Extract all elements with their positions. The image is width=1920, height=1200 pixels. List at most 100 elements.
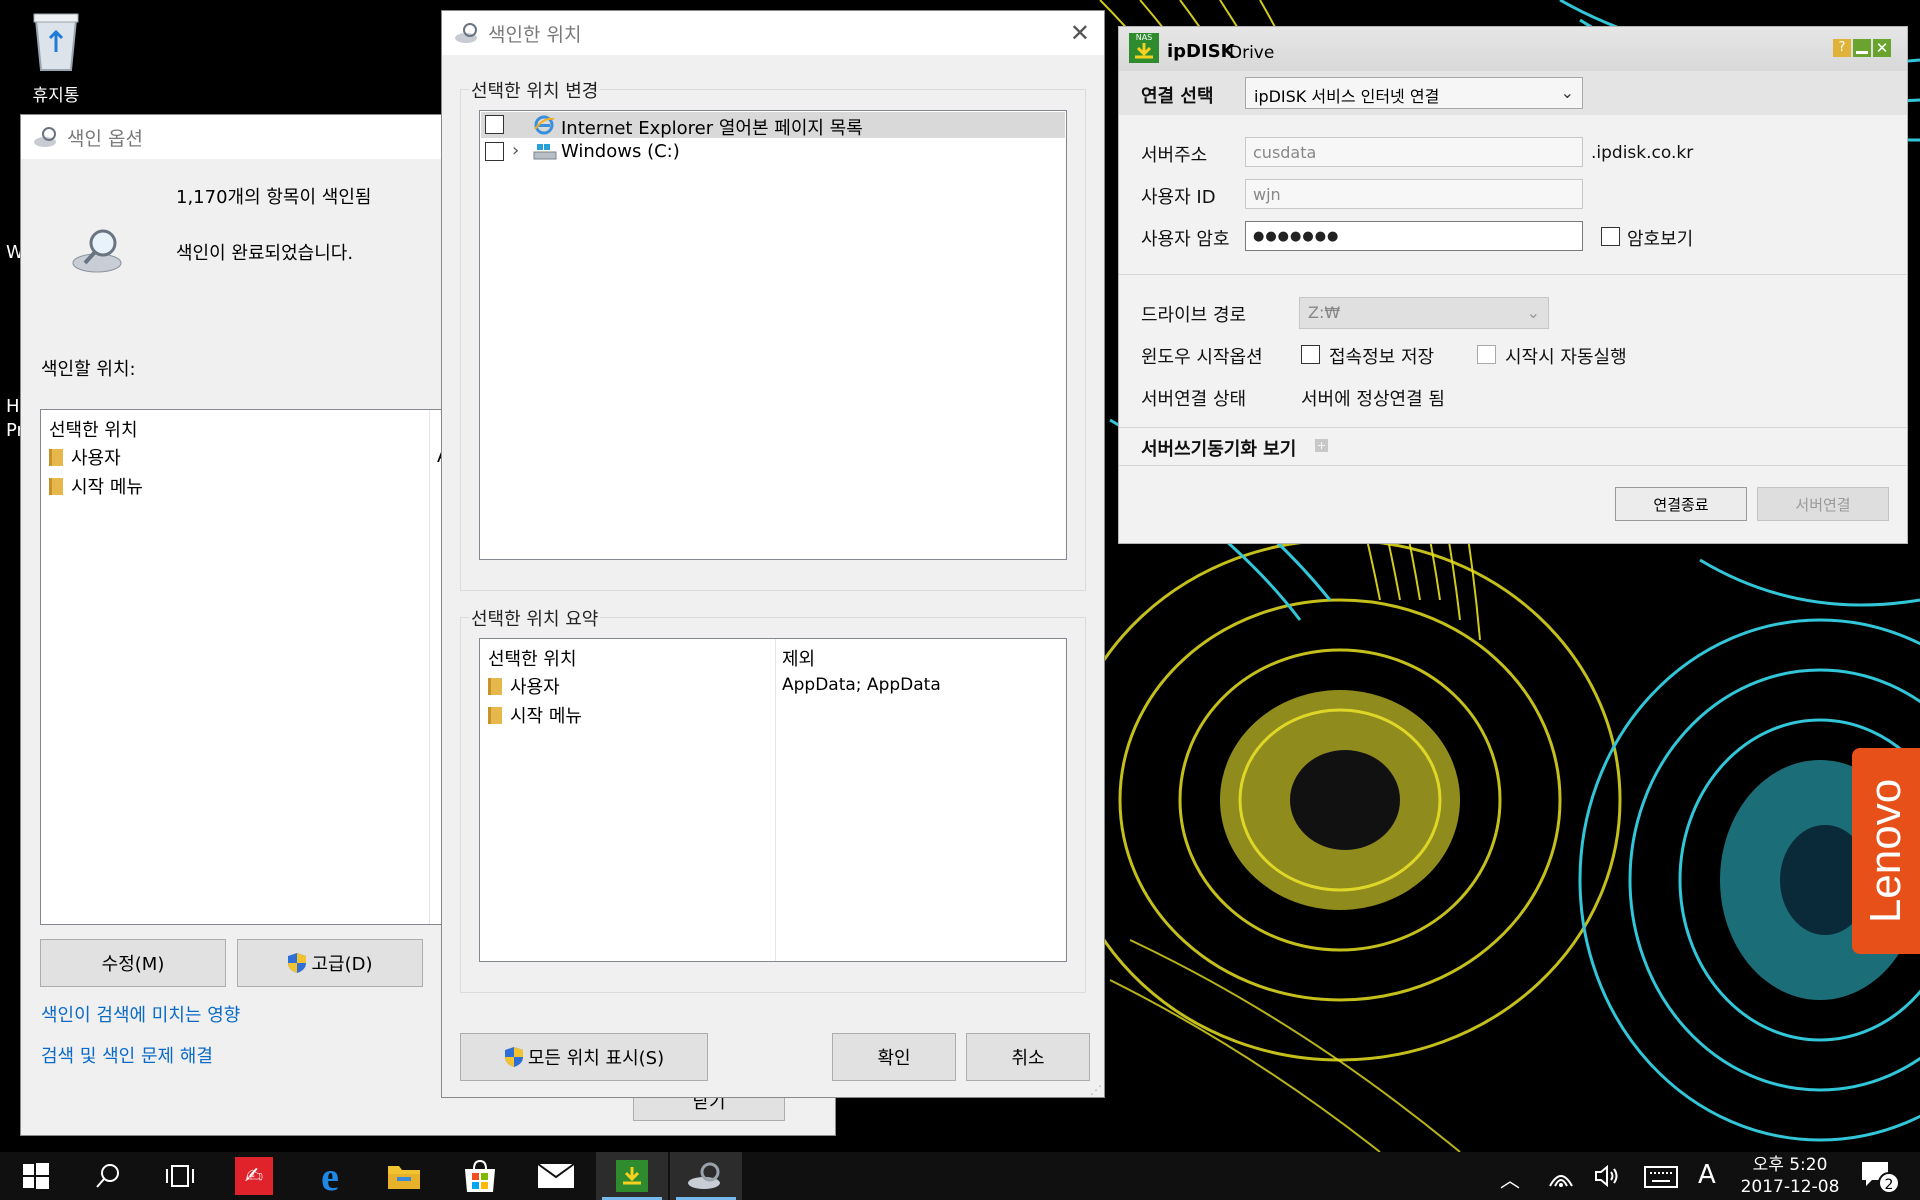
nas-logo: NAS	[1129, 33, 1159, 63]
close-icon[interactable]: ✕	[1070, 19, 1090, 47]
chevron-up-icon[interactable]: ︿	[1500, 1164, 1520, 1193]
ok-button[interactable]: 확인	[832, 1033, 956, 1081]
help-link-search-impact[interactable]: 색인이 검색에 미치는 영향	[41, 1001, 240, 1027]
download-arrow-icon	[623, 1167, 641, 1185]
show-all-locations-button[interactable]: 모든 위치 표시(S)	[460, 1033, 708, 1081]
taskbar-file-explorer[interactable]	[368, 1152, 440, 1200]
cancel-button-label: 취소	[1011, 1048, 1045, 1069]
list-item[interactable]: 시작 메뉴	[49, 473, 143, 499]
advanced-button-label: 고급(D)	[311, 954, 373, 975]
red-app-icon: ✍	[235, 1157, 273, 1195]
list-header-location: 선택한 위치	[49, 420, 138, 441]
password-label: 사용자 암호	[1141, 229, 1230, 250]
summary-exclude: AppData; AppData	[782, 675, 941, 695]
section-divider	[1119, 427, 1907, 428]
task-view-button[interactable]	[144, 1152, 216, 1200]
connection-label: 연결 선택	[1141, 86, 1214, 107]
tree-item-checkbox[interactable]	[485, 142, 504, 161]
folder-icon	[388, 1166, 420, 1189]
drive-path-select[interactable]: Z:₩ ⌄	[1299, 297, 1549, 329]
ime-indicator[interactable]: A	[1698, 1160, 1716, 1190]
save-info-checkbox[interactable]	[1301, 345, 1320, 364]
clock[interactable]: 오후 5:20 2017-12-08	[1730, 1154, 1850, 1198]
nas-logo-text: NAS	[1135, 33, 1153, 42]
summary-header-location: 선택한 위치	[488, 649, 577, 670]
clock-time: 오후 5:20	[1752, 1155, 1828, 1175]
summary-group-title: 선택한 위치 요약	[469, 605, 601, 631]
cancel-button[interactable]: 취소	[966, 1033, 1090, 1081]
expand-icon[interactable]: +	[1315, 439, 1328, 452]
indexing-status-icon	[72, 229, 122, 273]
connect-server-button-label: 서버연결	[1795, 495, 1851, 514]
indexing-options-title: 색인 옵션	[67, 127, 143, 150]
locations-label: 색인할 위치:	[41, 359, 136, 380]
clock-date: 2017-12-08	[1740, 1177, 1840, 1197]
startup-options-label: 윈도우 시작옵션	[1141, 347, 1263, 368]
show-password-label: 암호보기	[1627, 229, 1694, 250]
summary-table: 선택한 위치 제외 사용자 AppData; AppData 시작 메뉴	[479, 638, 1067, 962]
summary-location: 시작 메뉴	[510, 706, 582, 727]
table-row[interactable]: 사용자 AppData; AppData	[488, 673, 1058, 699]
user-id-field[interactable]: wjn	[1245, 179, 1583, 209]
modify-button-label: 수정(M)	[101, 954, 165, 975]
taskbar-ipdisk[interactable]	[596, 1152, 668, 1200]
indexed-item-count: 1,170개의 항목이 색인됨	[176, 187, 372, 208]
ipdisk-title-bold: ipDISK	[1167, 41, 1235, 62]
taskbar-app-red[interactable]: ✍	[218, 1152, 290, 1200]
connect-server-button[interactable]: 서버연결	[1757, 487, 1889, 521]
list-item[interactable]: 사용자	[49, 444, 121, 470]
server-address-field[interactable]: cusdata	[1245, 137, 1583, 167]
recycle-bin[interactable]: 휴지통	[18, 8, 94, 108]
help-icon[interactable]: ?	[1833, 39, 1851, 57]
nas-taskbar-icon	[616, 1160, 648, 1192]
mail-icon	[537, 1163, 575, 1188]
uac-shield-icon	[288, 953, 307, 973]
autorun-label: 시작시 자동실행	[1505, 347, 1627, 368]
connection-select[interactable]: ipDISK 서비스 인터넷 연결 ⌄	[1245, 77, 1583, 109]
disconnect-button[interactable]: 연결종료	[1615, 487, 1747, 521]
connection-status-label: 서버연결 상태	[1141, 389, 1247, 410]
taskbar-indexing[interactable]	[670, 1152, 742, 1200]
close-icon[interactable]: ✕	[1873, 39, 1891, 57]
recycle-bin-icon	[33, 13, 79, 71]
wifi-icon[interactable]	[1548, 1164, 1574, 1188]
start-button[interactable]	[0, 1152, 72, 1200]
lenovo-text: Lenovo	[1861, 778, 1911, 924]
modify-button[interactable]: 수정(M)	[40, 939, 226, 987]
indexed-locations-title: 색인한 위치	[488, 23, 582, 46]
autorun-checkbox[interactable]	[1477, 345, 1496, 364]
indexing-taskbar-icon	[688, 1162, 720, 1189]
store-icon	[465, 1159, 495, 1192]
action-center-button[interactable]: 2	[1860, 1160, 1904, 1196]
folder-icon	[49, 449, 63, 466]
tree-item-ie-history[interactable]: Internet Explorer 열어본 페이지 목록	[481, 112, 1065, 139]
tree-item-windows-c[interactable]: › Windows (C:)	[481, 139, 1065, 165]
help-link-troubleshoot[interactable]: 검색 및 색인 문제 해결	[41, 1042, 213, 1068]
search-icon	[96, 1164, 119, 1188]
ipdisk-titlebar: NAS ipDISK Drive ? ✕	[1119, 27, 1907, 71]
server-address-label: 서버주소	[1141, 145, 1208, 166]
indexing-app-icon	[34, 127, 56, 147]
table-row[interactable]: 시작 메뉴	[488, 702, 1058, 728]
volume-icon[interactable]	[1594, 1164, 1620, 1188]
tree-item-label: Internet Explorer 열어본 페이지 목록	[561, 118, 863, 139]
chevron-down-icon: ⌄	[1526, 303, 1540, 322]
drive-icon	[533, 144, 557, 160]
sync-view-label[interactable]: 서버쓰기동기화 보기	[1141, 435, 1296, 461]
password-field[interactable]: ●●●●●●●	[1245, 221, 1583, 251]
list-header-divider	[429, 410, 430, 924]
show-password-checkbox[interactable]	[1601, 227, 1620, 246]
advanced-button[interactable]: 고급(D)	[237, 939, 423, 987]
keyboard-icon[interactable]	[1644, 1166, 1678, 1188]
minimize-icon[interactable]	[1853, 39, 1871, 57]
search-button[interactable]	[72, 1152, 144, 1200]
folder-icon	[488, 707, 502, 724]
taskbar-edge[interactable]: e	[294, 1152, 366, 1200]
resize-grip-icon[interactable]: ⋰	[1090, 1083, 1102, 1097]
ok-button-label: 확인	[877, 1048, 911, 1069]
taskbar-store[interactable]	[444, 1152, 516, 1200]
taskbar-mail[interactable]	[520, 1152, 592, 1200]
chevron-right-icon[interactable]: ›	[512, 140, 519, 161]
connection-select-value: ipDISK 서비스 인터넷 연결	[1254, 87, 1440, 106]
tree-item-checkbox[interactable]	[485, 115, 504, 134]
